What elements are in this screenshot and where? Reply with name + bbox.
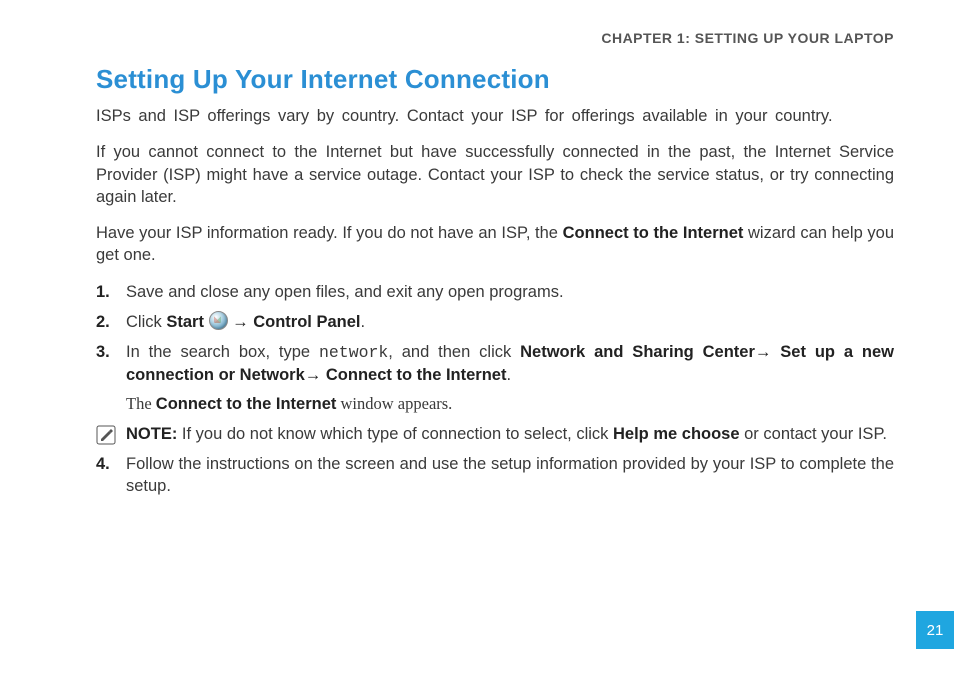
step-3-end: .: [506, 366, 511, 384]
para3-text-a: Have your ISP information ready. If you …: [96, 224, 563, 242]
step-4: 4. Follow the instructions on the screen…: [96, 453, 894, 498]
step-3-connect: Connect to the Internet: [326, 366, 507, 384]
paragraph-3: Have your ISP information ready. If you …: [96, 222, 894, 267]
note-text: NOTE: If you do not know which type of c…: [126, 423, 894, 445]
note-label: NOTE:: [126, 425, 177, 443]
step-3-sub-bold: Connect to the Internet: [156, 395, 337, 413]
step-2-number: 2.: [96, 311, 110, 333]
page-number: 21: [927, 622, 944, 639]
step-2: 2. Click Start → Control Panel.: [96, 311, 894, 333]
step-3-text-b: , and then click: [388, 343, 520, 361]
step-2-control-panel: Control Panel: [253, 313, 360, 331]
step-1: 1. Save and close any open files, and ex…: [96, 281, 894, 303]
section-title: Setting Up Your Internet Connection: [96, 64, 894, 95]
step-2-start: Start: [166, 313, 204, 331]
step-3-arrow-1: →: [755, 343, 780, 361]
step-4-number: 4.: [96, 453, 110, 475]
note-text-a: If you do not know which type of connect…: [177, 425, 613, 443]
step-3-nsc: Network and Sharing Center: [520, 343, 755, 361]
step-3-arrow-2: →: [305, 366, 326, 384]
step-4-text: Follow the instructions on the screen an…: [126, 455, 894, 495]
step-2-text-a: Click: [126, 313, 166, 331]
steps-list: 1. Save and close any open files, and ex…: [96, 281, 894, 498]
chapter-header: CHAPTER 1: SETTING UP YOUR LAPTOP: [96, 30, 894, 46]
note-help: Help me choose: [613, 425, 740, 443]
para3-bold: Connect to the Internet: [563, 224, 744, 242]
step-1-text: Save and close any open files, and exit …: [126, 283, 564, 301]
step-3-sub-a: The: [126, 394, 156, 413]
step-3: 3. In the search box, type network, and …: [96, 341, 894, 415]
paragraph-2: If you cannot connect to the Internet bu…: [96, 141, 894, 208]
page-number-tab: 21: [916, 611, 954, 649]
note-pencil-icon: [96, 425, 120, 445]
paragraph-1: ISPs and ISP offerings vary by country. …: [96, 105, 894, 127]
page: CHAPTER 1: SETTING UP YOUR LAPTOP Settin…: [0, 0, 954, 677]
windows-start-icon: [209, 311, 228, 330]
step-3-sub: The Connect to the Internet window appea…: [126, 393, 894, 415]
step-1-number: 1.: [96, 281, 110, 303]
step-3-code: network: [319, 343, 388, 362]
note-text-b: or contact your ISP.: [740, 425, 887, 443]
step-3-sub-b: window appears.: [336, 394, 452, 413]
step-3-text-a: In the search box, type: [126, 343, 319, 361]
note-item: NOTE: If you do not know which type of c…: [96, 423, 894, 445]
step-2-end: .: [360, 313, 365, 331]
step-2-arrow: →: [228, 313, 254, 331]
step-3-number: 3.: [96, 341, 110, 363]
